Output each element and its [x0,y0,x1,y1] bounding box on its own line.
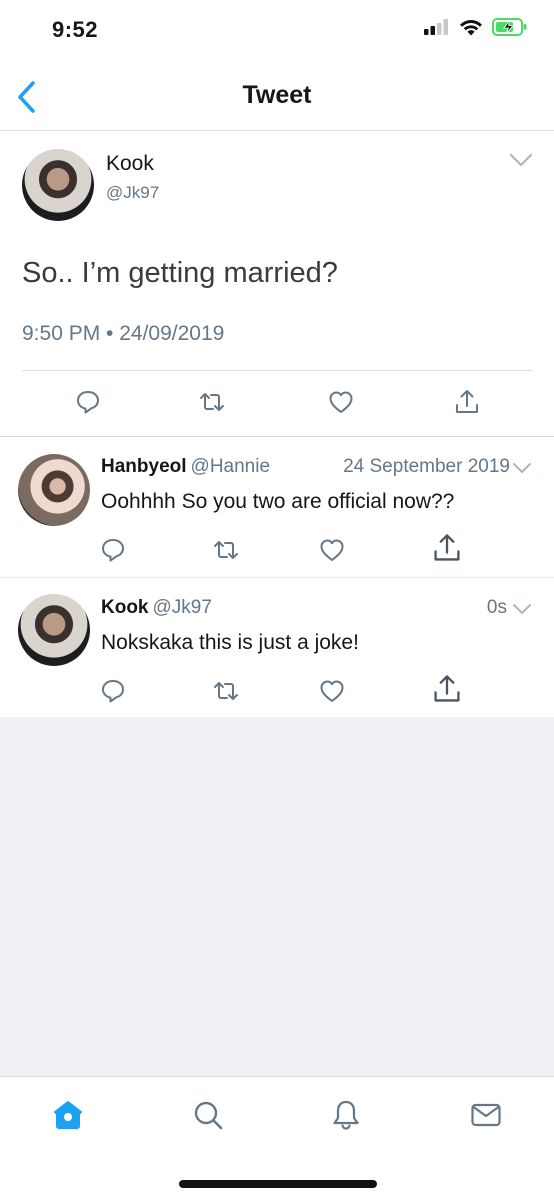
page-title: Tweet [242,81,312,109]
author-name[interactable]: Hanbyeol [101,456,187,477]
navigation-bar: Tweet [0,64,554,131]
share-icon [456,390,478,413]
author-handle[interactable]: @Hannie [191,456,271,477]
reply-text: Oohhhh So you two are official now?? [101,490,455,513]
retweet-button[interactable] [195,385,229,419]
cellular-signal-icon [424,19,448,35]
like-button[interactable] [324,385,358,419]
reply-button[interactable] [96,674,130,708]
reply-text: Nokskaka this is just a joke! [101,631,359,654]
author-handle[interactable]: @Jk97 [153,597,212,618]
share-button[interactable] [430,531,464,565]
author-name[interactable]: Kook [106,152,154,176]
main-tweet: Kook @Jk97 So.. I’m getting married? 9:5… [0,131,554,437]
heart-icon [329,391,353,413]
chevron-down-icon[interactable] [512,603,532,615]
battery-charging-icon [492,18,527,36]
reply-tweet[interactable]: Kook @Jk97 0s Nokskaka this is just a jok… [0,578,554,717]
reply-icon [102,539,124,562]
avatar[interactable] [18,594,90,666]
reply-date: 24 September 2019 [343,456,510,477]
search-icon [194,1101,223,1130]
avatar[interactable] [22,149,94,221]
reply-tweet[interactable]: Hanbyeol @Hannie 24 September 2019 Oohhhh… [0,437,554,578]
chevron-down-icon[interactable] [512,462,532,474]
status-icons [424,18,528,36]
reply-button[interactable] [96,533,130,567]
share-icon [434,534,460,561]
wifi-icon [460,19,482,35]
author-handle[interactable]: @Jk97 [106,183,159,203]
retweet-icon [214,541,238,559]
status-bar: 9:52 [0,0,554,64]
reply-icon [102,680,124,703]
reply-date: 0s [486,597,507,618]
retweet-button[interactable] [209,533,243,567]
empty-area [0,717,554,1076]
envelope-icon [471,1103,501,1127]
tab-notifications[interactable] [326,1095,366,1135]
tab-search[interactable] [188,1095,228,1135]
retweet-button[interactable] [209,674,243,708]
author-name[interactable]: Kook [101,597,149,618]
tab-home[interactable] [48,1095,88,1135]
like-button[interactable] [315,674,349,708]
heart-icon [320,539,344,561]
chevron-down-icon[interactable] [509,153,533,167]
share-icon [434,675,460,702]
share-button[interactable] [430,672,464,706]
reply-button[interactable] [71,385,105,419]
tab-messages[interactable] [466,1095,506,1135]
home-icon [54,1101,82,1129]
tweet-timestamp: 9:50 PM • 24/09/2019 [22,322,225,345]
divider [22,370,532,371]
reply-header: Kook @Jk97 [101,597,212,619]
status-time: 9:52 [52,17,99,42]
avatar[interactable] [18,454,90,526]
heart-icon [320,680,344,702]
reply-header: Hanbyeol @Hannie [101,456,270,478]
share-button[interactable] [450,385,484,419]
bell-icon [333,1100,359,1130]
home-indicator[interactable] [179,1180,377,1188]
tweet-text: So.. I’m getting married? [22,257,338,289]
retweet-icon [200,393,224,411]
like-button[interactable] [315,533,349,567]
tweet-actions [0,385,554,421]
reply-icon [77,391,99,414]
retweet-icon [214,682,238,700]
